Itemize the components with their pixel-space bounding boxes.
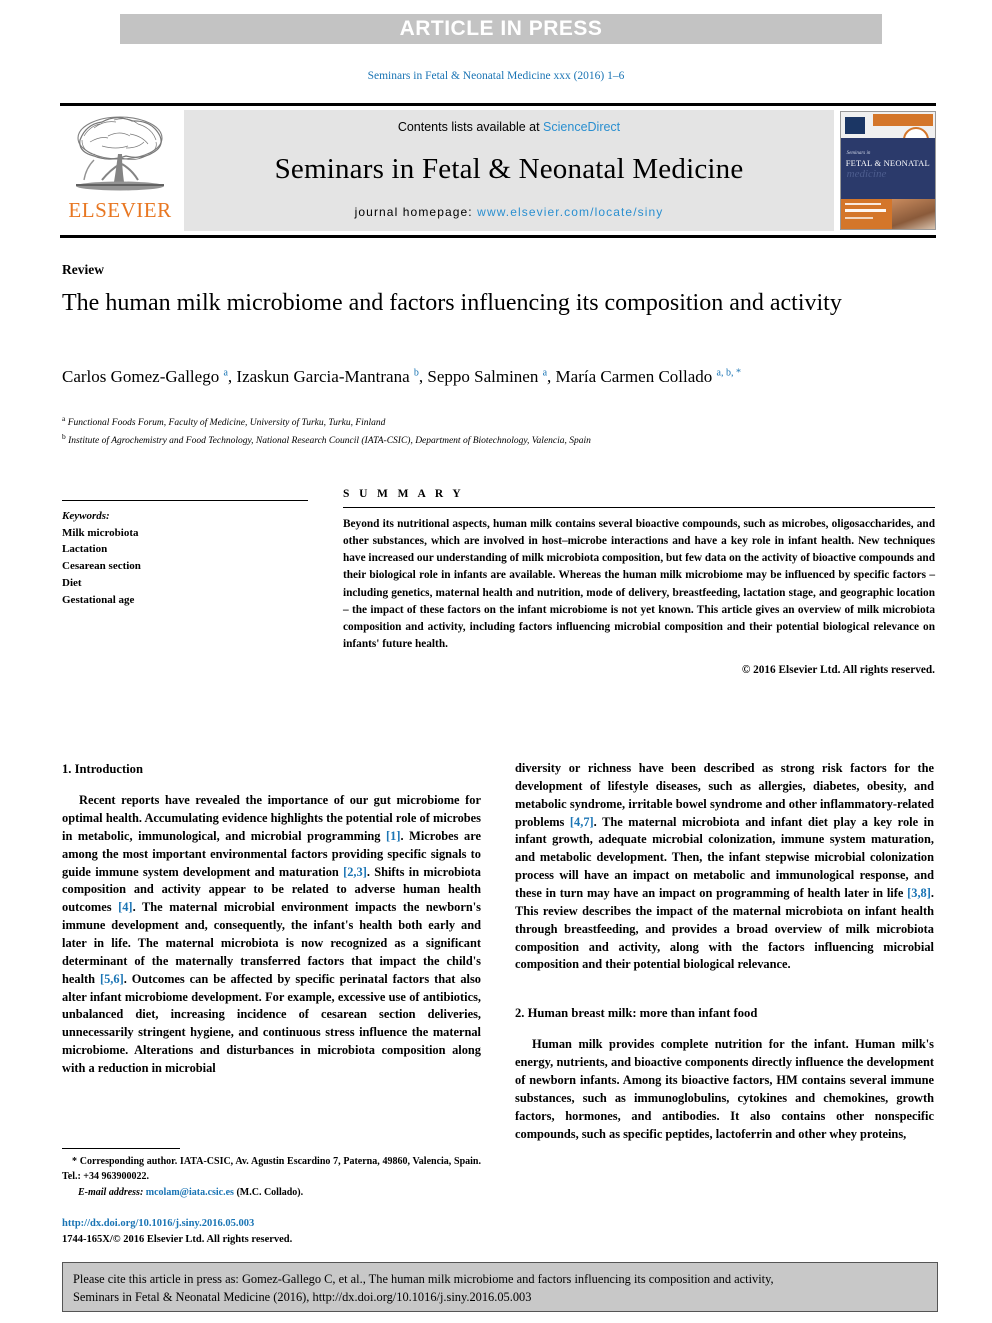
cover-title-line2: FETAL & NEONATAL	[845, 157, 930, 168]
email-label: E-mail address:	[78, 1187, 144, 1198]
article-type-label: Review	[62, 262, 104, 277]
citation-ref[interactable]: [1]	[386, 829, 400, 843]
journal-header-center: Contents lists available at ScienceDirec…	[184, 110, 834, 231]
keyword-item: Lactation	[62, 543, 108, 556]
keywords-box: Keywords: Milk microbiota Lactation Cesa…	[62, 500, 308, 608]
elsevier-logo: ELSEVIER	[60, 106, 180, 235]
affiliation-text: Institute of Agrochemistry and Food Tech…	[68, 436, 591, 447]
running-head: Seminars in Fetal & Neonatal Medicine xx…	[367, 70, 625, 82]
citation-bar: Please cite this article in press as: Go…	[62, 1262, 938, 1312]
paragraph: Recent reports have revealed the importa…	[62, 792, 481, 1078]
contents-lists-line: Contents lists available at ScienceDirec…	[398, 120, 620, 134]
journal-masthead: ELSEVIER Contents lists available at Sci…	[60, 103, 936, 238]
cover-title-line3: medicine	[846, 168, 887, 181]
keyword-item: Cesarean section	[62, 560, 141, 573]
corresponding-author-note: * Corresponding author. IATA-CSIC, Av. A…	[62, 1156, 481, 1182]
cover-photo	[891, 198, 935, 229]
email-line: E-mail address: mcolam@iata.csic.es (M.C…	[62, 1185, 481, 1200]
email-suffix: (M.C. Collado).	[236, 1187, 304, 1198]
paragraph: Human milk provides complete nutrition f…	[515, 1037, 934, 1141]
affiliation-item: b Institute of Agrochemistry and Food Te…	[62, 431, 932, 449]
article-in-press-banner: ARTICLE IN PRESS	[120, 14, 882, 44]
affiliation-mark: a	[62, 414, 66, 423]
doi-block: http://dx.doi.org/10.1016/j.siny.2016.05…	[62, 1216, 492, 1248]
citation-ref[interactable]: [3,8]	[907, 886, 931, 900]
keyword-item: Milk microbiota	[62, 526, 139, 539]
footnote-rule	[62, 1148, 180, 1149]
citation-ref[interactable]: [4]	[118, 900, 132, 914]
affiliation-mark: b	[62, 431, 66, 441]
section-heading-introduction: 1. Introduction	[62, 762, 143, 776]
citation-ref[interactable]: [5,6]	[100, 972, 124, 986]
journal-homepage-line: journal homepage: www.elsevier.com/locat…	[355, 205, 664, 219]
keyword-item: Gestational age	[62, 593, 135, 606]
cover-orange-panel	[841, 198, 892, 229]
citation-line-1: Please cite this article in press as: Go…	[73, 1272, 774, 1286]
keywords-heading: Keywords:	[62, 510, 110, 522]
contents-lists-prefix: Contents lists available at	[397, 120, 544, 134]
affiliation-text: Functional Foods Forum, Faculty of Medic…	[67, 418, 386, 429]
journal-homepage-link[interactable]: www.elsevier.com/locate/siny	[477, 205, 663, 219]
page-title: The human milk microbiome and factors in…	[62, 290, 842, 316]
paragraph: diversity or richness have been describe…	[515, 760, 934, 974]
journal-homepage-label: journal homepage:	[354, 205, 478, 219]
body-column-right: diversity or richness have been describe…	[515, 760, 934, 1220]
body-column-left: 1. Introduction Recent reports have reve…	[62, 760, 481, 1135]
author-list: Carlos Gomez-Gallego a, Izaskun Garcia-M…	[62, 367, 741, 386]
cover-orange-band	[872, 114, 934, 127]
keyword-item: Diet	[62, 576, 82, 589]
sciencedirect-link[interactable]: ScienceDirect	[543, 120, 620, 134]
footnote-block: * Corresponding author. IATA-CSIC, Av. A…	[62, 1148, 481, 1200]
doi-link[interactable]: http://dx.doi.org/10.1016/j.siny.2016.05…	[62, 1216, 492, 1232]
issn-copyright-line: 1744-165X/© 2016 Elsevier Ltd. All right…	[62, 1233, 293, 1245]
journal-title: Seminars in Fetal & Neonatal Medicine	[274, 153, 744, 185]
summary-heading: S U M M A R Y	[343, 488, 465, 500]
section-heading-human-breast-milk: 2. Human breast milk: more than infant f…	[515, 1006, 758, 1021]
citation-ref[interactable]: [4,7]	[570, 815, 594, 829]
elsevier-wordmark: ELSEVIER	[68, 198, 172, 222]
cover-elsevier-mark	[844, 116, 866, 135]
cover-title-line1: Seminars in	[846, 150, 871, 156]
affiliation-list: a Functional Foods Forum, Faculty of Med…	[62, 413, 932, 449]
copyright-line: © 2016 Elsevier Ltd. All rights reserved…	[741, 664, 935, 677]
affiliation-item: a Functional Foods Forum, Faculty of Med…	[62, 413, 932, 431]
citation-line-2: Seminars in Fetal & Neonatal Medicine (2…	[73, 1289, 532, 1304]
paragraph-text: . Outcomes can be affected by specific p…	[62, 971, 481, 1076]
article-in-press-label: ARTICLE IN PRESS	[399, 17, 603, 40]
journal-cover-thumbnail: Seminars in FETAL & NEONATAL medicine	[840, 111, 936, 230]
email-link[interactable]: mcolam@iata.csic.es	[146, 1187, 234, 1198]
citation-ref[interactable]: [2,3]	[343, 865, 367, 879]
summary-text: Beyond its nutritional aspects, human mi…	[343, 518, 935, 651]
elsevier-tree-icon	[76, 116, 164, 191]
summary-box: Beyond its nutritional aspects, human mi…	[343, 507, 935, 679]
